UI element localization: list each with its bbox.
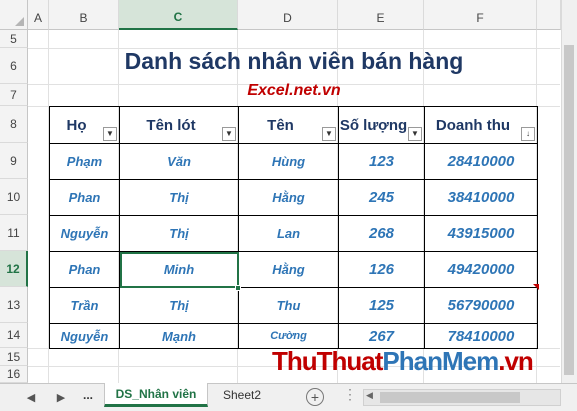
sort-filter-icon[interactable]: ↓: [521, 127, 535, 141]
cell-ten-lot[interactable]: Thị: [119, 179, 239, 216]
row-header-14[interactable]: 14: [0, 323, 28, 348]
row-header-13[interactable]: 13: [0, 287, 28, 323]
header-ten[interactable]: Tên ▼: [238, 106, 339, 144]
cell-ten[interactable]: Cường: [238, 323, 339, 349]
watermark-logo: ThuThuatPhanMem.vn: [272, 346, 534, 377]
sheet-title[interactable]: Danh sách nhân viên bán hàng: [28, 48, 560, 80]
header-so-luong[interactable]: Số lượng ▼: [338, 106, 425, 144]
cell-so-luong[interactable]: 245: [338, 179, 425, 216]
vertical-scroll-thumb[interactable]: [564, 45, 574, 375]
watermark-part: ThuThuat: [272, 346, 383, 376]
scroll-left-arrow-icon[interactable]: ◀: [366, 390, 373, 401]
cell-ten[interactable]: Hằng: [238, 251, 339, 288]
cell-so-luong[interactable]: 268: [338, 215, 425, 252]
column-header-f[interactable]: F: [424, 0, 537, 30]
cell-ten[interactable]: Thu: [238, 287, 339, 324]
row-header-15[interactable]: 15: [0, 348, 28, 366]
cell-doanh-thu[interactable]: 78410000: [424, 323, 538, 349]
header-row: Họ ▼ Tên lót ▼ Tên ▼ Số lượng ▼ Doanh thu ↓: [49, 106, 538, 144]
row-header-5[interactable]: 5: [0, 30, 28, 48]
cell-ten-lot[interactable]: Mạnh: [119, 323, 239, 349]
row-header-7[interactable]: 7: [0, 84, 28, 106]
table-row: Nguyễn Thị Lan 268 43915000: [49, 215, 538, 252]
cell-ten-lot[interactable]: Văn: [119, 143, 239, 180]
selected-cell-ten-lot[interactable]: Minh: [119, 251, 239, 288]
horizontal-scroll-thumb[interactable]: [380, 392, 520, 403]
cell-ho[interactable]: Trần: [49, 287, 120, 324]
tab-sheet2[interactable]: Sheet2: [210, 383, 274, 407]
cell-ho[interactable]: Nguyễn: [49, 215, 120, 252]
cell-so-luong[interactable]: 123: [338, 143, 425, 180]
column-header-a[interactable]: A: [28, 0, 49, 30]
cell-ten[interactable]: Lan: [238, 215, 339, 252]
row-header-9[interactable]: 9: [0, 143, 28, 179]
watermark-part: PhanMem: [382, 346, 499, 376]
row-header-11[interactable]: 11: [0, 215, 28, 251]
cell-ho[interactable]: Phan: [49, 179, 120, 216]
row-header-10[interactable]: 10: [0, 179, 28, 215]
table-row: Phạm Văn Hùng 123 28410000: [49, 143, 538, 180]
row-header-8[interactable]: 8: [0, 106, 28, 143]
comment-indicator-icon: [533, 284, 539, 290]
cell-doanh-thu[interactable]: 43915000: [424, 215, 538, 252]
filter-dropdown-icon[interactable]: ▼: [322, 127, 336, 141]
tab-scroll-left-icon[interactable]: ◀: [22, 388, 40, 406]
watermark-part: .vn: [498, 346, 534, 376]
cell-doanh-thu[interactable]: 38410000: [424, 179, 538, 216]
table-row: Phan Thị Hằng 245 38410000: [49, 179, 538, 216]
column-header-b[interactable]: B: [49, 0, 119, 30]
cell-ten-lot[interactable]: Thị: [119, 215, 239, 252]
cell-doanh-thu[interactable]: 28410000: [424, 143, 538, 180]
header-doanh-thu[interactable]: Doanh thu ↓: [424, 106, 538, 144]
cell-doanh-thu[interactable]: 49420000: [424, 251, 538, 288]
filter-dropdown-icon[interactable]: ▼: [222, 127, 236, 141]
cell-ten[interactable]: Hùng: [238, 143, 339, 180]
tab-ds-nhan-vien[interactable]: DS_Nhân viên: [104, 383, 208, 407]
cell-so-luong[interactable]: 125: [338, 287, 425, 324]
employee-table: Họ ▼ Tên lót ▼ Tên ▼ Số lượng ▼ Doanh thu ↓ P…: [49, 106, 538, 349]
header-ho[interactable]: Họ ▼: [49, 106, 120, 144]
cell-ho[interactable]: Nguyễn: [49, 323, 120, 349]
filter-dropdown-icon[interactable]: ▼: [408, 127, 422, 141]
column-header-d[interactable]: D: [238, 0, 338, 30]
row-header-16[interactable]: 16: [0, 366, 28, 383]
table-row: Trần Thị Thu 125 56790000: [49, 287, 538, 324]
header-label: Tên lót: [146, 116, 196, 134]
tab-scroll-right-icon[interactable]: ▶: [52, 388, 70, 406]
header-ten-lot[interactable]: Tên lót ▼: [119, 106, 239, 144]
row-header-6[interactable]: 6: [0, 48, 28, 84]
cell-so-luong[interactable]: 267: [338, 323, 425, 349]
select-all-corner[interactable]: [0, 0, 28, 30]
cell-so-luong[interactable]: 126: [338, 251, 425, 288]
table-row: Phan Minh Hằng 126 49420000: [49, 251, 538, 288]
cell-ten[interactable]: Hằng: [238, 179, 339, 216]
tab-splitter-icon[interactable]: ⋮: [343, 386, 357, 403]
add-sheet-button[interactable]: +: [306, 388, 324, 406]
cell-doanh-thu[interactable]: 56790000: [424, 287, 538, 324]
column-header-c[interactable]: C: [119, 0, 238, 30]
row-header-12[interactable]: 12: [0, 251, 28, 287]
filter-dropdown-icon[interactable]: ▼: [103, 127, 117, 141]
column-header-g[interactable]: [537, 0, 561, 30]
table-row: Nguyễn Mạnh Cường 267 78410000: [49, 323, 538, 349]
cell-ho[interactable]: Phạm: [49, 143, 120, 180]
column-header-e[interactable]: E: [338, 0, 424, 30]
cell-ho[interactable]: Phan: [49, 251, 120, 288]
fill-handle[interactable]: [235, 285, 241, 291]
cell-ten-lot[interactable]: Thị: [119, 287, 239, 324]
more-tabs-button[interactable]: ...: [74, 383, 102, 407]
sheet-subtitle[interactable]: Excel.net.vn: [28, 82, 560, 102]
